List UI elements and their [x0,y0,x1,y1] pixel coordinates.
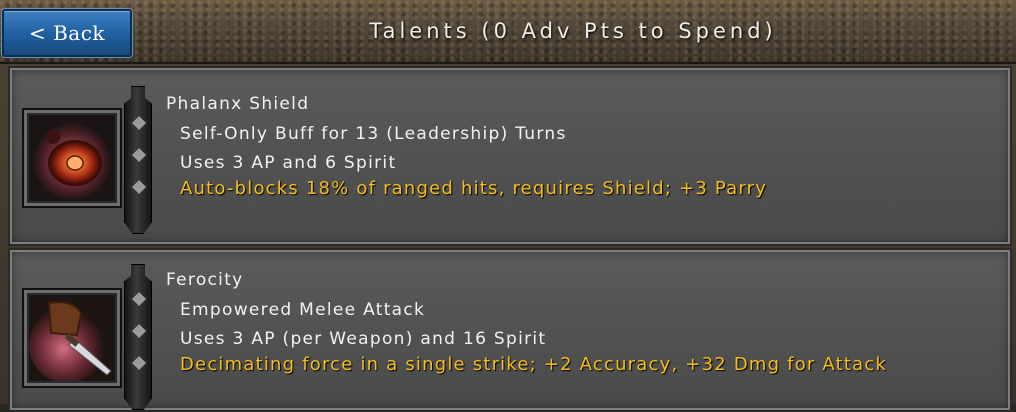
talent-card-ferocity[interactable]: Ferocity Empowered Melee Attack Uses 3 A… [8,248,1012,412]
talent-name: Ferocity [166,270,244,290]
divider-pillar [124,264,152,410]
page-title: Talents (0 Adv Pts to Spend) [369,19,777,43]
divider-pillar [124,86,152,234]
sword-icon [22,288,122,388]
top-bar: < Back Talents (0 Adv Pts to Spend) [0,0,1016,64]
talent-effect: Decimating force in a single strike; +2 … [180,354,888,375]
talent-cost: Uses 3 AP (per Weapon) and 16 Spirit [180,329,547,349]
talent-effect: Auto-blocks 18% of ranged hits, requires… [180,178,768,199]
talent-cost: Uses 3 AP and 6 Spirit [180,153,397,173]
talent-name: Phalanx Shield [166,94,310,114]
back-button-label: < Back [28,21,106,45]
talent-list: Phalanx Shield Self-Only Buff for 13 (Le… [0,64,1016,412]
talent-description: Self-Only Buff for 13 (Leadership) Turns [180,124,567,144]
back-button[interactable]: < Back [2,9,132,57]
shield-icon [22,108,122,208]
talent-card-phalanx-shield[interactable]: Phalanx Shield Self-Only Buff for 13 (Le… [8,66,1012,246]
talent-description: Empowered Melee Attack [180,300,426,320]
